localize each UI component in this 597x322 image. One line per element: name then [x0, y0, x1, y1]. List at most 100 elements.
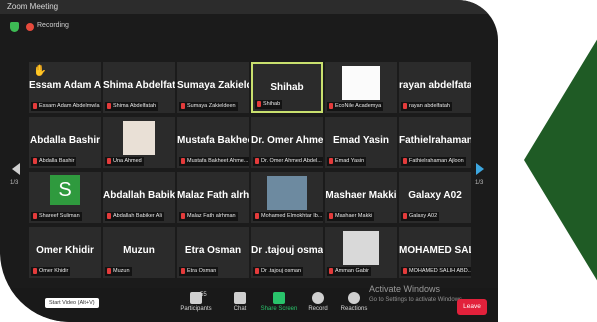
participant-tile[interactable]: Dr. Omer Ahme... Dr. Omer Ahmed Abdel...	[251, 117, 323, 168]
participant-label: Etra Osman	[179, 267, 219, 276]
participant-label: Dr. Omer Ahmed Abdel...	[253, 157, 323, 166]
shield-icon[interactable]	[10, 22, 19, 32]
participant-tile[interactable]: Amman Gabir	[325, 227, 397, 278]
mic-muted-icon	[181, 212, 185, 219]
participant-name: Shihab	[270, 82, 304, 93]
participant-tile[interactable]: EcoNile Academya	[325, 62, 397, 113]
mic-muted-icon	[329, 267, 333, 274]
record-icon	[312, 292, 324, 304]
participant-tile[interactable]: Dr .tajouj osman Dr .tajouj osman	[251, 227, 323, 278]
participant-tile[interactable]: Fathielrahaman... Fathielrahaman Ajloon	[399, 117, 471, 168]
participant-label: Shihab	[255, 100, 283, 109]
participant-tile[interactable]: Sumaya Zakield... Sumaya Zakieldeen	[177, 62, 249, 113]
participant-tile[interactable]: Mustafa Bakhee... Mustafa Bakheet Ahme...	[177, 117, 249, 168]
participant-name: Sumaya Zakield...	[177, 80, 249, 91]
title-bar: Zoom Meeting	[0, 0, 498, 14]
participant-label-text: Essam Adam Abdelmwla	[39, 103, 100, 109]
window-title: Zoom Meeting	[7, 2, 59, 11]
reactions-label: Reactions	[340, 306, 368, 312]
video-feed	[123, 121, 155, 155]
participant-label-text: Dr .tajouj osman	[261, 268, 302, 274]
participant-tile[interactable]: Mohamed Elmokhtar Ib...	[251, 172, 323, 223]
participant-label: Omer Khidir	[31, 267, 71, 276]
participant-label-text: MOHAMED SALIH ABD...	[409, 268, 471, 274]
share-screen-button[interactable]: Share Screen	[257, 290, 301, 312]
participant-label: Galaxy A02	[401, 212, 440, 221]
participant-tile[interactable]: Etra Osman Etra Osman	[177, 227, 249, 278]
participant-tile[interactable]: ✋ Essam Adam Ab... Essam Adam Abdelmwla	[29, 62, 101, 113]
mic-muted-icon	[181, 102, 185, 109]
participant-label-text: Malaz Fath alrhman	[187, 213, 236, 219]
mic-muted-icon	[107, 102, 111, 109]
participant-tile[interactable]: S Shareef Suliman	[29, 172, 101, 223]
participant-tile[interactable]: Abdalla Bashir Abdalla Bashir	[29, 117, 101, 168]
mic-muted-icon	[107, 157, 111, 164]
mic-muted-icon	[33, 157, 37, 164]
zoom-window: Zoom Meeting Recording 1/3 1/3 ✋ Essam Ad…	[0, 0, 498, 322]
participant-label-text: Sumaya Zakieldeen	[187, 103, 236, 109]
participant-tile[interactable]: rayan abdelfatah rayan abdelfatah	[399, 62, 471, 113]
mic-muted-icon	[329, 102, 333, 109]
participant-tile[interactable]: Shihab Shihab	[251, 62, 323, 113]
page-indicator-right: 1/3	[475, 180, 484, 186]
recording-icon	[26, 23, 34, 31]
participant-label-text: Etra Osman	[187, 268, 217, 274]
participant-label: MOHAMED SALIH ABD...	[401, 267, 471, 276]
participant-name: Mustafa Bakhee...	[177, 135, 249, 146]
participant-tile[interactable]: Emad Yasin Emad Yasin	[325, 117, 397, 168]
participant-name: Etra Osman	[184, 245, 242, 256]
participant-tile[interactable]: Una Ahmed	[103, 117, 175, 168]
participant-label-text: Mashaer Makki	[335, 213, 373, 219]
participant-label-text: Amman Gabir	[335, 268, 369, 274]
chat-button[interactable]: Chat	[218, 290, 262, 312]
mic-muted-icon	[255, 212, 259, 219]
participant-label: Amman Gabir	[327, 267, 371, 276]
share-screen-label: Share Screen	[260, 306, 298, 312]
participant-tile[interactable]: MOHAMED SALI... MOHAMED SALIH ABD...	[399, 227, 471, 278]
participant-label-text: Shihab	[263, 101, 281, 107]
participant-tile[interactable]: Malaz Fath alrh... Malaz Fath alrhman	[177, 172, 249, 223]
mic-muted-icon	[33, 102, 37, 109]
participant-label-text: Una Ahmed	[113, 158, 142, 164]
participant-label-text: Omer Khidir	[39, 268, 69, 274]
participant-tile[interactable]: Abdallah Babike... Abdallah Babiker Ali	[103, 172, 175, 223]
participant-label: Abdallah Babiker Ali	[105, 212, 164, 221]
mic-muted-icon	[181, 267, 185, 274]
participant-label: Dr .tajouj osman	[253, 267, 304, 276]
participant-label: Mustafa Bakheet Ahme...	[179, 157, 249, 166]
video-feed	[342, 66, 380, 100]
participant-label-text: Muzun	[113, 268, 130, 274]
participant-name: Muzun	[123, 245, 155, 256]
recording-label: Recording	[37, 22, 69, 29]
raised-hand-icon: ✋	[33, 65, 47, 77]
participant-label: Shima Abdelfatah	[105, 102, 159, 111]
mic-muted-icon	[403, 102, 407, 109]
participant-name: rayan abdelfatah	[399, 80, 471, 91]
participant-name: Essam Adam Ab...	[29, 80, 101, 91]
mic-muted-icon	[107, 212, 111, 219]
participant-label-text: Galaxy A02	[409, 213, 438, 219]
chat-label: Chat	[233, 306, 247, 312]
participant-tile[interactable]: Muzun Muzun	[103, 227, 175, 278]
reactions-icon	[348, 292, 360, 304]
participant-name: Mashaer Makki	[325, 190, 397, 201]
participant-name: Dr .tajouj osman	[251, 245, 323, 256]
participant-name: Malaz Fath alrh...	[177, 190, 249, 201]
participant-label: Una Ahmed	[105, 157, 144, 166]
mic-muted-icon	[181, 157, 185, 164]
next-page-icon[interactable]	[476, 163, 484, 175]
participant-tile[interactable]: Galaxy A02 Galaxy A02	[399, 172, 471, 223]
mic-muted-icon	[255, 157, 259, 164]
previous-page-icon[interactable]	[12, 163, 20, 175]
mic-muted-icon	[329, 157, 333, 164]
participant-name: Shima Abdelfatah	[103, 80, 175, 91]
mic-muted-icon	[33, 267, 37, 274]
participant-tile[interactable]: Omer Khidir Omer Khidir	[29, 227, 101, 278]
participant-tile[interactable]: Shima Abdelfatah Shima Abdelfatah	[103, 62, 175, 113]
participant-tile[interactable]: Mashaer Makki Mashaer Makki	[325, 172, 397, 223]
participants-button[interactable]: Participants	[174, 290, 218, 312]
mic-muted-icon	[329, 212, 333, 219]
participant-name: MOHAMED SALI...	[399, 245, 471, 256]
leave-button[interactable]: Leave	[457, 299, 487, 315]
mic-muted-icon	[107, 267, 111, 274]
